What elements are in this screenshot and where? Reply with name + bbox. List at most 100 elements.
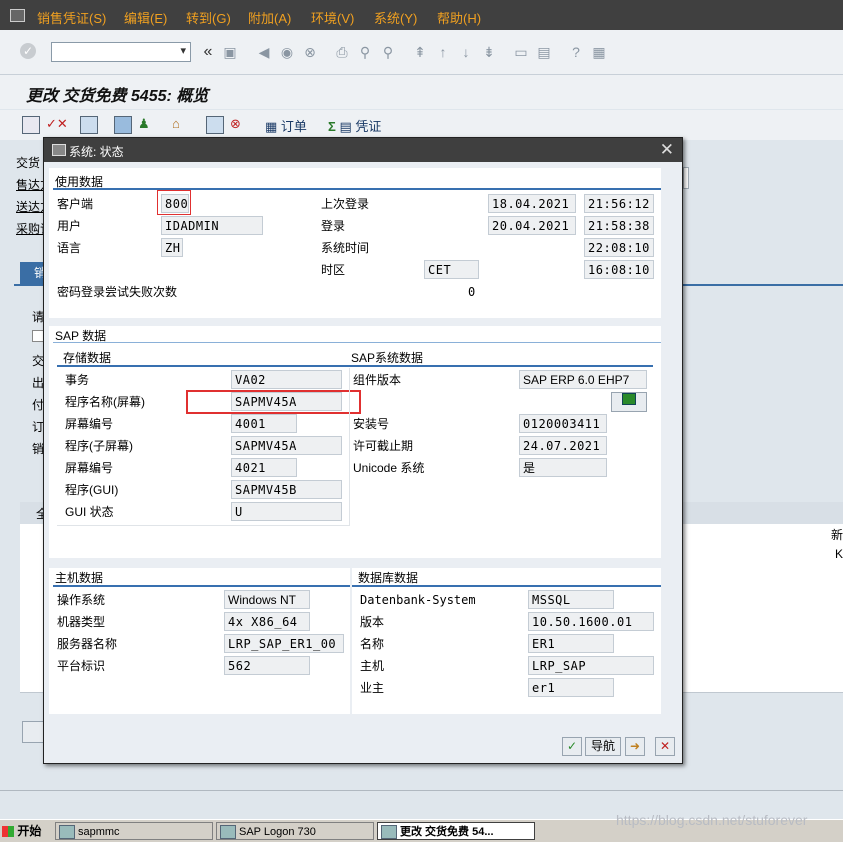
bg-label-delivery: 交货 bbox=[16, 156, 41, 170]
logon-label: 登录 bbox=[321, 219, 346, 233]
bg-field bbox=[683, 167, 689, 189]
previous-page-icon[interactable]: ↑ bbox=[434, 43, 452, 61]
db-system-label: Datenbank-System bbox=[360, 593, 476, 607]
platform-field: 562 bbox=[224, 656, 310, 675]
database-data-group: 数据库数据 Datenbank-System MSSQL 版本 10.50.16… bbox=[352, 568, 661, 714]
system-status-dialog: 系统: 状态 ✕ 使用数据 客户端 800 用户 IDADMIN 语言 ZH 上… bbox=[43, 137, 683, 764]
machine-field: 4x X86_64 bbox=[224, 612, 310, 631]
language-label: 语言 bbox=[57, 241, 82, 255]
dialog-title: 系统: 状态 bbox=[69, 145, 124, 159]
last-page-icon[interactable]: ⇟ bbox=[480, 43, 498, 61]
menu-edit[interactable]: 编辑(E) bbox=[124, 8, 167, 27]
last-logon-date: 18.04.2021 bbox=[488, 194, 576, 213]
enter-icon[interactable]: ✓ bbox=[20, 43, 36, 59]
order-button[interactable]: ▦ 订单 bbox=[265, 116, 307, 134]
task-sapmmc[interactable]: sapmmc bbox=[55, 822, 213, 840]
delete-icon[interactable]: ⊗ bbox=[230, 116, 241, 134]
next-page-icon[interactable]: ↓ bbox=[457, 43, 475, 61]
check-icon[interactable]: ✓✕ bbox=[46, 116, 68, 134]
sum-icon: Σ bbox=[328, 119, 336, 134]
failed-logon-value: 0 bbox=[468, 285, 476, 299]
menu-sales-document[interactable]: 销售凭证(S) bbox=[37, 8, 106, 27]
menu-help[interactable]: 帮助(H) bbox=[437, 8, 481, 27]
table-icon: ▦ bbox=[265, 119, 278, 134]
app-icon bbox=[220, 825, 236, 839]
copy-button[interactable]: ➜ bbox=[625, 737, 645, 756]
details-icon bbox=[622, 393, 636, 405]
host-data-header: 主机数据 bbox=[55, 571, 104, 585]
start-button[interactable]: 开始 bbox=[2, 822, 46, 840]
command-collapse-icon[interactable]: « bbox=[199, 43, 217, 61]
command-field[interactable]: ▾ bbox=[51, 42, 191, 62]
layout-menu-icon[interactable]: ▦ bbox=[590, 43, 608, 61]
windows-logo-icon bbox=[2, 826, 14, 838]
install-label: 安装号 bbox=[353, 417, 390, 431]
user-label: 用户 bbox=[57, 219, 82, 233]
find-icon[interactable]: ⚲ bbox=[356, 43, 374, 61]
group-divider bbox=[53, 188, 661, 190]
close-icon: ✕ bbox=[659, 739, 671, 753]
unicode-label: Unicode 系统 bbox=[353, 461, 425, 475]
db-owner-label: 业主 bbox=[360, 681, 385, 695]
print-icon[interactable]: ⎙ bbox=[333, 43, 351, 61]
task-sap-logon[interactable]: SAP Logon 730 bbox=[216, 822, 374, 840]
timezone-label: 时区 bbox=[321, 263, 346, 277]
cancel-icon[interactable]: ⊗ bbox=[301, 43, 319, 61]
db-version-label: 版本 bbox=[360, 615, 385, 629]
sap-data-group: SAP 数据 存储数据 事务 VA02 程序名称(屏幕) SAPMV45A 屏幕… bbox=[49, 326, 661, 558]
check-icon: ✓ bbox=[566, 739, 578, 753]
timezone-time-field: 16:08:10 bbox=[584, 260, 654, 279]
shortcut-icon[interactable]: ▤ bbox=[535, 43, 553, 61]
sap-system-data-header: SAP系统数据 bbox=[351, 351, 424, 365]
repository-data-header: 存储数据 bbox=[63, 351, 112, 365]
menu-goto[interactable]: 转到(G) bbox=[186, 8, 231, 27]
help-icon[interactable]: ? bbox=[567, 43, 585, 61]
failed-logon-label: 密码登录尝试失败次数 bbox=[57, 285, 178, 299]
menu-extras[interactable]: 附加(A) bbox=[248, 8, 291, 27]
logon-date: 20.04.2021 bbox=[488, 216, 576, 235]
close-icon[interactable]: ✕ bbox=[660, 140, 674, 160]
group-divider bbox=[53, 585, 350, 587]
back-icon[interactable]: ◀ bbox=[255, 43, 273, 61]
home-icon[interactable]: ⌂ bbox=[172, 116, 180, 134]
server-field: LRP_SAP_ER1_00 bbox=[224, 634, 344, 653]
menu-environment[interactable]: 环境(V) bbox=[311, 8, 354, 27]
menu-system[interactable]: 系统(Y) bbox=[374, 8, 417, 27]
header-icon[interactable] bbox=[114, 116, 132, 134]
find-next-icon[interactable]: ⚲ bbox=[379, 43, 397, 61]
last-logon-time: 21:56:12 bbox=[584, 194, 654, 213]
logon-time: 21:58:38 bbox=[584, 216, 654, 235]
partner-icon[interactable]: ♟ bbox=[138, 116, 150, 134]
save-icon[interactable]: ▣ bbox=[221, 43, 239, 61]
transfer-icon[interactable] bbox=[80, 116, 98, 134]
new-session-icon[interactable]: ▭ bbox=[512, 43, 530, 61]
license-field: 24.07.2021 bbox=[519, 436, 607, 455]
os-field: Windows NT bbox=[224, 590, 310, 609]
group-divider bbox=[53, 342, 661, 343]
cancel-button[interactable]: ✕ bbox=[655, 737, 675, 756]
install-field: 0120003411 bbox=[519, 414, 607, 433]
task-sap-session[interactable]: 更改 交货免费 54... bbox=[377, 822, 535, 840]
last-logon-label: 上次登录 bbox=[321, 197, 370, 211]
display-change-icon[interactable] bbox=[22, 116, 40, 134]
navigate-button[interactable]: 导航 bbox=[585, 737, 621, 756]
copy-icon[interactable] bbox=[206, 116, 224, 134]
timezone-field: CET bbox=[424, 260, 479, 279]
title-bar: 更改 交货免费 5455: 概览 bbox=[0, 75, 843, 109]
usage-data-group: 使用数据 客户端 800 用户 IDADMIN 语言 ZH 上次登录 18.04… bbox=[49, 168, 661, 318]
magnify-icon[interactable] bbox=[22, 721, 44, 743]
status-bar-divider bbox=[0, 790, 843, 791]
db-name-label: 名称 bbox=[360, 637, 385, 651]
system-menu-icon[interactable] bbox=[10, 9, 25, 22]
db-owner-field: er1 bbox=[528, 678, 614, 697]
chevron-down-icon[interactable]: ▾ bbox=[180, 44, 186, 57]
document-flow-button[interactable]: Σ ▤ 凭证 bbox=[328, 116, 381, 134]
system-time-label: 系统时间 bbox=[321, 241, 370, 255]
document-icon: ▤ bbox=[339, 119, 352, 134]
exit-icon[interactable]: ◉ bbox=[278, 43, 296, 61]
component-details-button[interactable] bbox=[611, 392, 647, 412]
standard-toolbar: ✓ ▾ « ▣ ◀ ◉ ⊗ ⎙ ⚲ ⚲ ⇞ ↑ ↓ ⇟ ▭ ▤ ? ▦ bbox=[0, 30, 843, 75]
application-toolbar: ✓✕ ♟ ⌂ ⊗ ▦ 订单 Σ ▤ 凭证 bbox=[0, 110, 843, 140]
confirm-button[interactable]: ✓ bbox=[562, 737, 582, 756]
first-page-icon[interactable]: ⇞ bbox=[411, 43, 429, 61]
